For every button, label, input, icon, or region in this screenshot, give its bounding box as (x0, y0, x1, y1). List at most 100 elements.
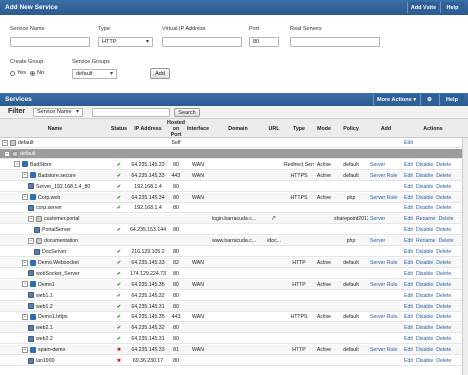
add-link[interactable] (370, 323, 404, 333)
type-select[interactable]: HTTP (98, 37, 153, 47)
table-row[interactable]: DocServer ✔ 216.129.105.2 80 Edit Disable Dele… (0, 247, 468, 257)
action-disable-link[interactable]: Disable (416, 271, 433, 277)
action-edit-link[interactable]: Edit (404, 140, 413, 146)
help-button-services[interactable]: Help (439, 94, 464, 105)
action-delete-link[interactable]: Delete (439, 238, 454, 244)
create-group-no-radio[interactable]: No (30, 70, 44, 76)
service-groups-select[interactable]: default (72, 69, 117, 79)
collapse-toggle-icon[interactable]: − (2, 139, 8, 146)
action-delete-link[interactable]: Delete (436, 336, 451, 342)
collapse-toggle-icon[interactable]: − (4, 150, 10, 157)
table-row[interactable]: − default Self Edit (0, 138, 468, 148)
create-group-yes-radio[interactable]: Yes (10, 70, 26, 76)
action-edit-link[interactable]: Edit (404, 162, 413, 168)
col-url[interactable]: URL (264, 119, 284, 138)
collapse-toggle-icon[interactable]: − (28, 215, 34, 222)
action-delete-link[interactable]: Delete (436, 358, 451, 364)
action-delete-link[interactable]: Delete (436, 347, 451, 353)
action-disable-link[interactable]: Disable (416, 205, 433, 211)
table-row[interactable]: PortalServer ✔ 64.235.153.144 80 Edit Disable… (0, 225, 468, 236)
action-edit-link[interactable]: Edit (404, 336, 413, 342)
col-domain[interactable]: Domain (212, 119, 264, 138)
col-interface[interactable]: Interface (184, 119, 212, 138)
add-link[interactable]: Server (370, 236, 404, 246)
action-edit-link[interactable]: Edit (404, 227, 413, 233)
action-delete-link[interactable]: Delete (436, 260, 451, 266)
add-link[interactable]: Server Rule (370, 193, 404, 203)
table-row[interactable]: − documentation www.barracuda.c... /doc... p… (0, 236, 468, 247)
action-disable-link[interactable]: Disable (416, 162, 433, 168)
table-row[interactable]: corp.server ✔ 192.168.1.4 80 Edit Disable Dele… (0, 203, 468, 214)
action-disable-link[interactable]: Disable (416, 282, 433, 288)
action-delete-link[interactable]: Delete (436, 205, 451, 211)
collapse-toggle-icon[interactable]: − (22, 281, 28, 288)
action-disable-link[interactable]: Disable (416, 173, 433, 179)
action-edit-link[interactable]: Edit (404, 304, 413, 310)
add-link[interactable] (370, 269, 404, 279)
add-link[interactable] (370, 356, 404, 366)
col-add[interactable]: Add (368, 119, 404, 138)
add-link[interactable]: Server Rule (370, 312, 404, 322)
action-edit-link[interactable]: Edit (404, 205, 413, 211)
action-delete-link[interactable]: Delete (436, 314, 451, 320)
action-edit-link[interactable]: Edit (404, 173, 413, 179)
collapse-toggle-icon[interactable]: − (22, 172, 28, 179)
add-link[interactable] (370, 182, 404, 192)
action-rename-link[interactable]: Rename (416, 216, 436, 222)
action-delete-link[interactable]: Delete (439, 216, 454, 222)
add-link[interactable] (370, 149, 404, 159)
action-edit-link[interactable]: Edit (404, 260, 413, 266)
action-disable-link[interactable]: Disable (416, 249, 433, 255)
action-edit-link[interactable]: Edit (404, 347, 413, 353)
action-delete-link[interactable]: Delete (436, 325, 451, 331)
action-delete-link[interactable]: Delete (436, 184, 451, 190)
action-delete-link[interactable]: Delete (436, 271, 451, 277)
action-delete-link[interactable]: Delete (436, 227, 451, 233)
collapse-toggle-icon[interactable]: − (22, 314, 28, 321)
table-row[interactable]: − customer.portal login.barracuda.c... /* sh… (0, 214, 468, 225)
action-rename-link[interactable]: Rename (416, 238, 436, 244)
add-link[interactable] (370, 203, 404, 213)
table-row[interactable]: web2.2 ✔ 64.235.145.31 80 Edit Disable Delete (0, 334, 468, 345)
more-actions-button[interactable]: More Actions ▾ (373, 94, 419, 105)
add-link[interactable] (370, 225, 404, 235)
add-link[interactable] (370, 334, 404, 344)
table-row[interactable]: − Demo1.https ✔ 64.235.145.35 443 WAN HTTPS Act… (0, 312, 468, 323)
action-edit-link[interactable]: Edit (404, 216, 413, 222)
action-disable-link[interactable]: Disable (416, 293, 433, 299)
action-edit-link[interactable]: Edit (404, 325, 413, 331)
table-row[interactable]: − spam-demo ✖ 64.235.145.33 81 WAN HTTP Active d… (0, 345, 468, 356)
action-delete-link[interactable]: Delete (436, 282, 451, 288)
add-link[interactable] (370, 291, 404, 301)
action-edit-link[interactable]: Edit (404, 249, 413, 255)
col-type[interactable]: Type (284, 119, 314, 138)
action-edit-link[interactable]: Edit (404, 293, 413, 299)
table-row[interactable]: web1.2 ✔ 64.235.145.31 80 Edit Disable Delete (0, 301, 468, 312)
action-disable-link[interactable]: Disable (416, 358, 433, 364)
action-disable-link[interactable]: Disable (416, 314, 433, 320)
action-edit-link[interactable]: Edit (404, 271, 413, 277)
action-disable-link[interactable]: Disable (416, 325, 433, 331)
table-row[interactable]: Server_192.168.1.4_80 ✔ 192.168.1.4 80 Edit D… (0, 182, 468, 192)
action-edit-link[interactable]: Edit (404, 358, 413, 364)
table-row[interactable]: − Badstore.secure ✔ 64.235.145.33 443 WAN HTTP… (0, 170, 468, 181)
table-row[interactable]: − Corp.web ✔ 64.235.145.34 80 WAN HTTPS Active p… (0, 192, 468, 203)
action-disable-link[interactable]: Disable (416, 347, 433, 353)
action-edit-link[interactable]: Edit (404, 184, 413, 190)
action-delete-link[interactable]: Delete (436, 173, 451, 179)
action-edit-link[interactable]: Edit (404, 314, 413, 320)
col-ip[interactable]: IP Address (128, 119, 168, 138)
table-row[interactable]: − BadStore ✔ 64.235.145.33 80 WAN Redirect Ser… (0, 160, 468, 170)
add-button[interactable]: Add (150, 68, 170, 79)
add-link[interactable]: Server Rule (370, 345, 404, 355)
help-button-top[interactable]: Help (440, 2, 464, 13)
add-link[interactable] (370, 302, 404, 312)
col-policy[interactable]: Policy (334, 119, 368, 138)
collapse-toggle-icon[interactable]: − (22, 194, 28, 201)
add-link[interactable] (370, 138, 404, 148)
action-disable-link[interactable]: Disable (416, 304, 433, 310)
add-link[interactable]: Server (370, 160, 404, 170)
collapse-toggle-icon[interactable]: − (28, 237, 34, 244)
action-delete-link[interactable]: Delete (436, 195, 451, 201)
real-servers-input[interactable] (290, 37, 380, 47)
